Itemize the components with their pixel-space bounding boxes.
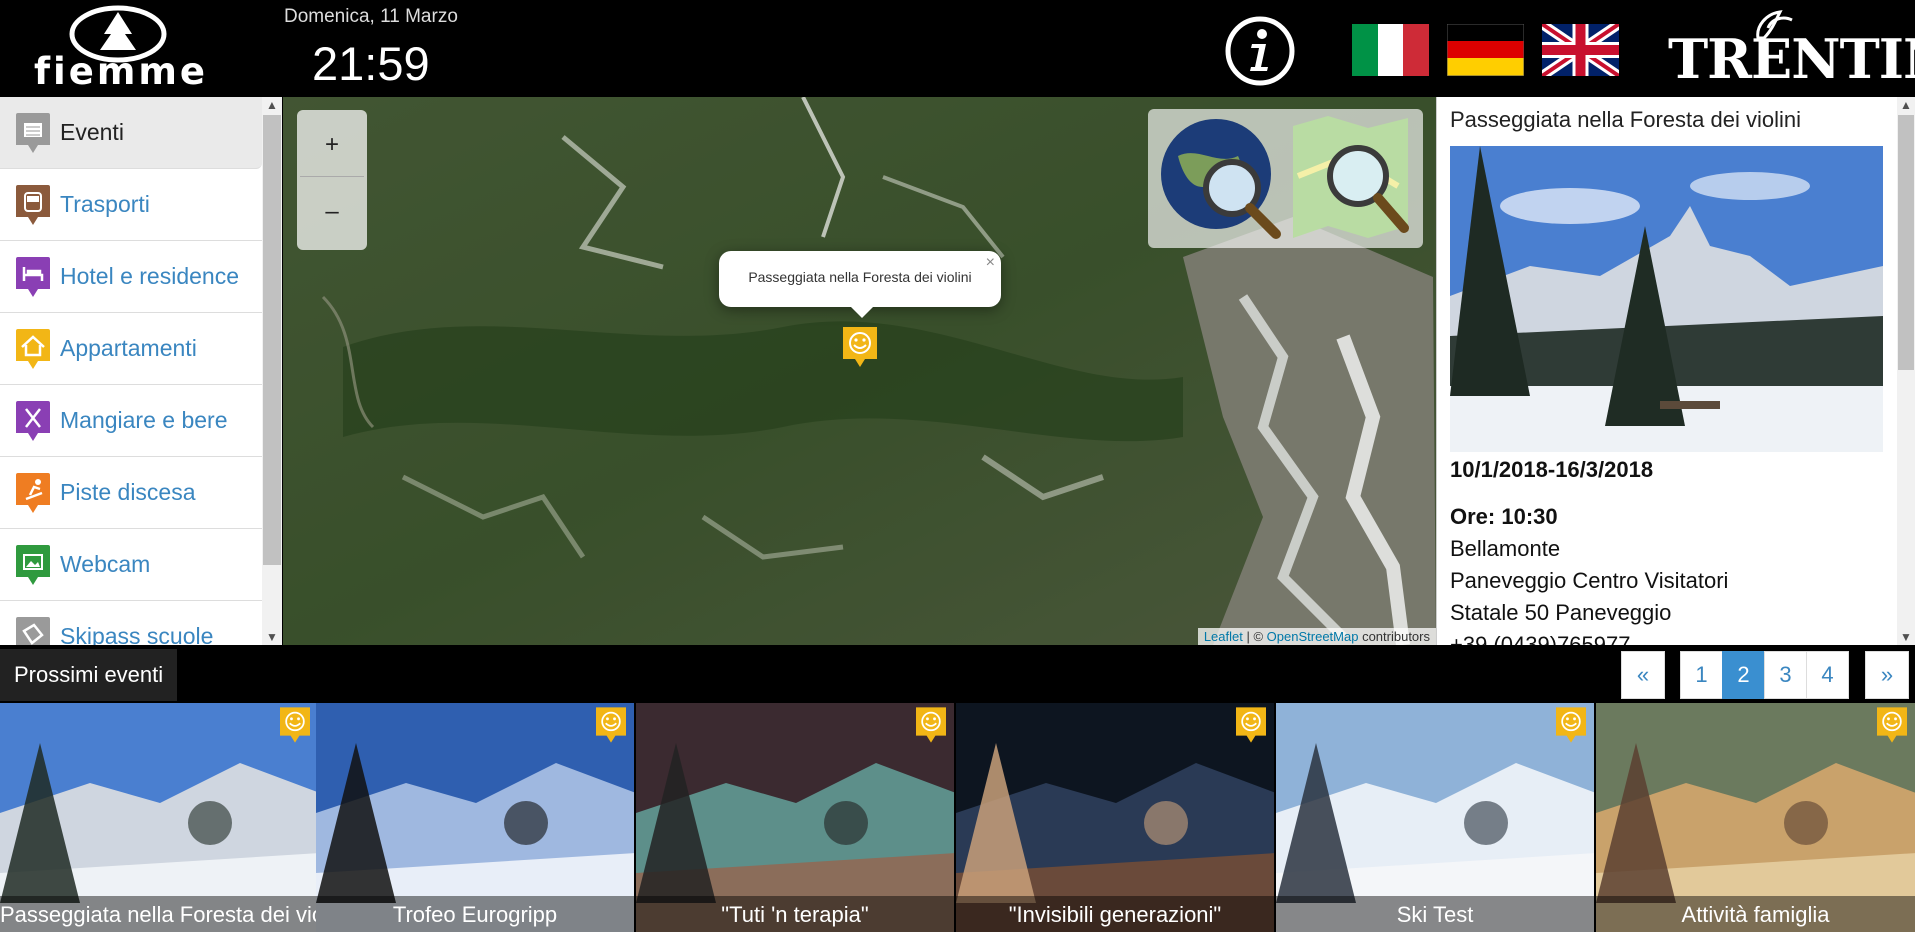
- pager-next-button[interactable]: »: [1865, 651, 1909, 699]
- event-thumbnail[interactable]: Trofeo Eurogripp: [316, 703, 634, 932]
- satellite-globe-icon[interactable]: [1158, 116, 1283, 241]
- map-popup: Passeggiata nella Foresta dei violini ×: [719, 251, 1001, 318]
- detail-time: Ore: 10:30: [1450, 504, 1558, 529]
- event-thumbnail[interactable]: Ski Test: [1276, 703, 1594, 932]
- event-detail-panel: Passeggiata nella Foresta dei violini 10…: [1436, 97, 1915, 645]
- detail-photo: [1450, 146, 1883, 452]
- detail-scroll-up-icon[interactable]: ▲: [1897, 97, 1915, 113]
- detail-venue: Paneveggio Centro Visitatori: [1450, 568, 1729, 593]
- map-attribution: Leaflet | © OpenStreetMap contributors: [1197, 628, 1436, 645]
- event-thumbnail[interactable]: "Invisibili generazioni": [956, 703, 1274, 932]
- current-time: 21:59: [312, 37, 430, 90]
- sidebar-item-label: Piste discesa: [60, 479, 196, 505]
- sidebar-scroll-down-icon[interactable]: ▼: [262, 629, 282, 645]
- sidebar-item-eventi[interactable]: Eventi: [0, 97, 262, 169]
- event-thumbnail[interactable]: "Tuti 'n terapia": [636, 703, 954, 932]
- event-thumbnails: Passeggiata nella Foresta dei violini Tro…: [0, 703, 1915, 932]
- trentino-logo-text: TRENTINO: [1668, 27, 1915, 91]
- attribution-separator: | ©: [1242, 629, 1267, 644]
- sidebar-item-mangiare-e-bere[interactable]: Mangiare e bere: [0, 385, 262, 457]
- openstreetmap-link[interactable]: OpenStreetMap: [1267, 629, 1359, 644]
- pager-page-2[interactable]: 2: [1722, 651, 1765, 699]
- header-bar: fiemme Domenica, 11 Marzo 21:59 TRENTINO: [0, 0, 1915, 97]
- sidebar-item-trasporti[interactable]: Trasporti: [0, 169, 262, 241]
- detail-phone: +39 (0439)765977: [1450, 632, 1631, 645]
- flag-it-icon[interactable]: [1352, 24, 1429, 76]
- pager-prev-button[interactable]: «: [1621, 651, 1665, 699]
- map-layer-switcher: [1148, 109, 1423, 248]
- sidebar-scroll-up-icon[interactable]: ▲: [262, 97, 282, 113]
- zoom-out-button[interactable]: –: [300, 180, 364, 244]
- skier-icon: [16, 473, 50, 513]
- event-thumbnail[interactable]: Passeggiata nella Foresta dei violini: [0, 703, 318, 932]
- detail-dates: 10/1/2018-16/3/2018: [1450, 457, 1654, 482]
- upcoming-events-title: Prossimi eventi: [0, 649, 178, 701]
- sidebar-item-label: Appartamenti: [60, 335, 197, 361]
- current-date: Domenica, 11 Marzo: [284, 6, 458, 27]
- event-marker-icon: [1236, 707, 1266, 743]
- event-marker-icon: [1556, 707, 1586, 743]
- sidebar-item-skipass-scuole[interactable]: Skipass scuole: [0, 601, 262, 645]
- street-map-icon[interactable]: [1288, 116, 1413, 241]
- popup-tip: [850, 306, 874, 318]
- sidebar-item-label: Trasporti: [60, 191, 150, 217]
- sidebar-item-webcam[interactable]: Webcam: [0, 529, 262, 601]
- sidebar-item-piste-discesa[interactable]: Piste discesa: [0, 457, 262, 529]
- pager-page-4[interactable]: 4: [1806, 651, 1849, 699]
- fiemme-logo-text: fiemme: [33, 50, 209, 93]
- pager-page-1[interactable]: 1: [1680, 651, 1723, 699]
- popup-close-icon[interactable]: ×: [986, 254, 995, 272]
- event-marker-icon: [596, 707, 626, 743]
- sidebar-item-label: Mangiare e bere: [60, 407, 228, 433]
- satellite-map[interactable]: + – Passeggiata nella Foresta dei violin…: [283, 97, 1436, 645]
- sidebar-item-label: Webcam: [60, 551, 151, 577]
- webcam-icon: [16, 545, 50, 585]
- sidebar-scroll-thumb[interactable]: [263, 115, 281, 565]
- detail-location: Bellamonte: [1450, 536, 1561, 561]
- detail-info: Ore: 10:30 Bellamonte Paneveggio Centro …: [1450, 501, 1728, 645]
- detail-title: Passeggiata nella Foresta dei violini: [1450, 107, 1801, 132]
- trentino-logo: TRENTINO: [1668, 8, 1915, 88]
- event-marker-icon: [1877, 707, 1907, 743]
- zoom-in-button[interactable]: +: [300, 113, 364, 177]
- bus-icon: [16, 185, 50, 225]
- attribution-tail: contributors: [1358, 629, 1430, 644]
- bed-icon: [16, 257, 50, 297]
- sidebar-item-label: Skipass scuole: [60, 623, 214, 645]
- event-marker-icon: [916, 707, 946, 743]
- detail-address: Statale 50 Paneveggio: [1450, 600, 1672, 625]
- category-list: Eventi Trasporti Hotel e residence Appartam…: [0, 97, 262, 645]
- ticket-icon: [16, 617, 50, 645]
- detail-scroll-down-icon[interactable]: ▼: [1897, 629, 1915, 645]
- event-thumbnail-caption: Trofeo Eurogripp: [316, 896, 634, 932]
- event-marker-icon: [280, 707, 310, 743]
- leaflet-link[interactable]: Leaflet: [1204, 629, 1243, 644]
- upcoming-events-bar: Prossimi eventi « 1 2 3 4 »: [0, 645, 1915, 703]
- event-thumbnail-caption: "Invisibili generazioni": [956, 896, 1274, 932]
- event-marker-icon[interactable]: [843, 327, 877, 367]
- flag-de-icon[interactable]: [1447, 24, 1524, 76]
- map-popup-text: Passeggiata nella Foresta dei violini: [748, 269, 972, 285]
- cutlery-icon: [16, 401, 50, 441]
- category-sidebar: Eventi Trasporti Hotel e residence Appartam…: [0, 97, 282, 645]
- event-thumbnail-caption: Ski Test: [1276, 896, 1594, 932]
- event-thumbnail[interactable]: Attività famiglia: [1596, 703, 1915, 932]
- sidebar-item-hotel-e-residence[interactable]: Hotel e residence: [0, 241, 262, 313]
- calendar-icon: [16, 113, 50, 153]
- event-thumbnail-caption: Attività famiglia: [1596, 896, 1915, 932]
- flag-uk-icon[interactable]: [1542, 24, 1619, 76]
- sidebar-item-label: Hotel e residence: [60, 263, 239, 289]
- pager-page-3[interactable]: 3: [1764, 651, 1807, 699]
- event-thumbnail-caption: Passeggiata nella Foresta dei violini: [0, 896, 318, 932]
- event-thumbnail-caption: "Tuti 'n terapia": [636, 896, 954, 932]
- sidebar-item-label: Eventi: [60, 119, 124, 145]
- info-icon[interactable]: [1224, 15, 1296, 87]
- sidebar-item-appartamenti[interactable]: Appartamenti: [0, 313, 262, 385]
- house-icon: [16, 329, 50, 369]
- fiemme-logo: fiemme: [16, 4, 226, 90]
- detail-scroll-thumb[interactable]: [1898, 115, 1914, 370]
- zoom-control: + –: [297, 110, 367, 250]
